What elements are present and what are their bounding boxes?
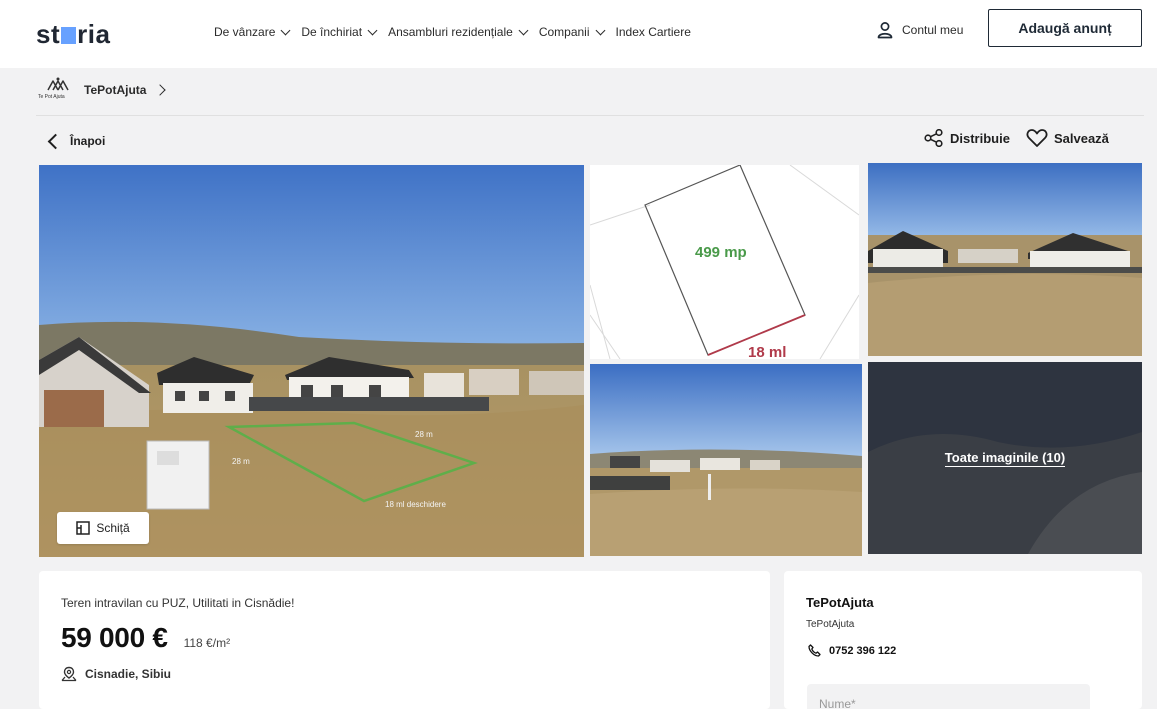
agency-subtitle: TePotAjuta [806, 619, 855, 630]
account-link[interactable]: Contul meu [876, 21, 963, 39]
nav-residential-complexes[interactable]: Ansambluri rezidențiale [388, 25, 529, 39]
chevron-right-icon [154, 84, 167, 96]
nav-companies-label: Companii [538, 25, 590, 39]
nav-for-rent-label: De închiriat [301, 25, 363, 39]
share-icon [924, 129, 943, 147]
listing-actions: Distribuie Salvează [924, 128, 1109, 148]
land-photo-2 [868, 163, 1142, 356]
photo-label-side-b: 28 m [232, 457, 250, 466]
nav-for-sale-label: De vânzare [214, 25, 276, 39]
share-button[interactable]: Distribuie [924, 128, 1010, 148]
main-photo[interactable]: 28 m 28 m 18 ml deschidere [39, 165, 584, 557]
back-label: Înapoi [70, 134, 106, 148]
phone-icon [808, 644, 821, 657]
all-images-link[interactable]: Toate imaginile (10) [868, 450, 1142, 467]
floorplan-icon [76, 521, 91, 535]
all-images-label[interactable]: Toate imaginile (10) [944, 450, 1066, 467]
agency-logo: Te Pot Ajuta [38, 76, 76, 104]
share-label: Distribuie [950, 130, 1010, 146]
plan-front-label: 18 ml [748, 344, 786, 359]
agent-phone[interactable]: 0752 396 122 [808, 644, 896, 657]
location-label: Cisnadie, Sibiu [85, 667, 172, 681]
logo-text-right: ria [77, 19, 111, 49]
save-label: Salvează [1053, 130, 1109, 146]
agency-logo-small: Te Pot Ajuta [38, 94, 65, 100]
heart-icon [1026, 129, 1048, 147]
name-field[interactable] [807, 684, 1090, 709]
chevron-left-icon [47, 133, 64, 149]
plan-area-label: 499 mp [695, 244, 747, 261]
divider [36, 115, 1144, 116]
storia-logo[interactable]: st ria [36, 19, 110, 50]
listing-title: Teren intravilan cu PUZ, Utilitati in Ci… [61, 596, 295, 610]
add-listing-button[interactable]: Adaugă anunț [988, 9, 1142, 47]
sketch-button[interactable]: Schiță [57, 512, 149, 544]
chevron-down-icon [367, 25, 378, 35]
breadcrumb[interactable]: Te Pot Ajuta TePotAjuta [38, 76, 167, 104]
photo-thumbnail-3[interactable] [590, 364, 862, 556]
nav-companies[interactable]: Companii [538, 25, 605, 39]
save-button[interactable]: Salvează [1026, 128, 1109, 148]
sketch-label: Schiță [96, 521, 130, 535]
account-label: Contul meu [902, 23, 964, 37]
agency-name: TePotAjuta [806, 595, 874, 610]
back-button[interactable]: Înapoi [47, 133, 106, 149]
chevron-down-icon [595, 25, 605, 35]
photo-thumbnail-2[interactable] [868, 163, 1142, 356]
photo-label-side-a: 28 m [415, 430, 433, 439]
user-icon [877, 22, 893, 39]
nav-for-rent[interactable]: De închiriat [301, 25, 378, 39]
nav-neighborhood-index[interactable]: Index Cartiere [616, 25, 691, 39]
agency-logo-icon [47, 77, 69, 91]
price-per-sqm: 118 €/m² [183, 636, 231, 650]
nav-for-sale[interactable]: De vânzare [214, 25, 291, 39]
main-nav: De vânzare De închiriat Ansambluri rezid… [214, 25, 703, 39]
photo-label-front: 18 ml deschidere [385, 500, 446, 509]
nav-neighborhood-index-label: Index Cartiere [615, 25, 691, 39]
listing-location[interactable]: Cisnadie, Sibiu [61, 666, 171, 682]
plot-plan-drawing: 499 mp 18 ml [590, 165, 859, 359]
plot-plan-thumbnail[interactable]: 499 mp 18 ml [590, 165, 859, 359]
chevron-down-icon [280, 25, 291, 35]
logo-text-left: st [36, 19, 61, 49]
phone-number: 0752 396 122 [829, 644, 897, 657]
chevron-down-icon [518, 25, 529, 35]
land-photo-3 [590, 364, 862, 556]
listing-price: 59 000 € [61, 622, 168, 653]
price-row: 59 000 € 118 €/m² [61, 622, 230, 654]
top-header: st ria De vânzare De închiriat Ansambluri… [0, 0, 1157, 68]
breadcrumb-agency: TePotAjuta [84, 83, 147, 97]
logo-accent-square [61, 27, 77, 44]
land-photo-main: 28 m 28 m 18 ml deschidere [39, 165, 584, 557]
location-map-icon [61, 666, 77, 682]
nav-residential-complexes-label: Ansambluri rezidențiale [388, 25, 513, 39]
